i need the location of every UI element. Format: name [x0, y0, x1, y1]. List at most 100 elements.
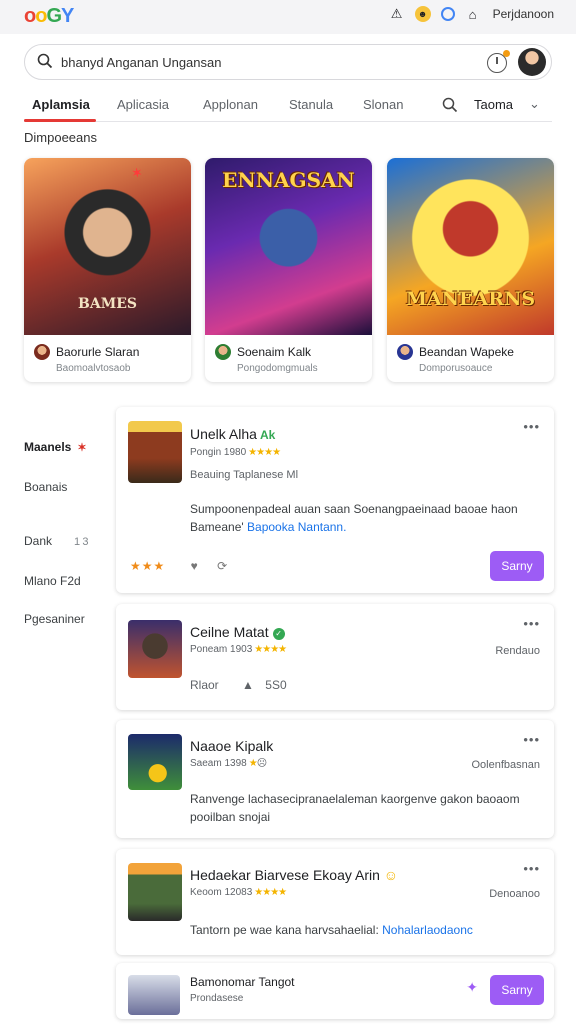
featured-art: ENNAGSAN	[205, 158, 372, 335]
sidebar-item-label: Dank	[24, 534, 53, 548]
avatar	[34, 344, 50, 360]
sidebar-item[interactable]: Mlano F2d	[24, 574, 81, 588]
logo-letter: o	[35, 5, 47, 27]
featured-sub: Domporusoauce	[419, 363, 493, 374]
main-content: bhanyd Anganan Ungansan Aplamsia Aplicas…	[0, 34, 576, 1024]
featured-sub: Pongodomgmuals	[237, 363, 318, 374]
post-thumbnail[interactable]	[128, 863, 182, 921]
post-thumbnail[interactable]	[128, 975, 180, 1015]
reaction-stars[interactable]: ★★★	[130, 559, 165, 573]
chevron-down-icon[interactable]: ⌄	[529, 96, 540, 112]
post-meta-text: Keoom 12083	[190, 887, 253, 898]
featured-name: Baorurle Slaran	[56, 345, 140, 359]
avatar	[215, 344, 231, 360]
featured-art: MANEARNS	[387, 158, 554, 335]
rating-stars: ★★★★	[254, 887, 287, 898]
post-title-text: Naaoe Kipalk	[190, 738, 274, 754]
sidebar-item-label: Maanels	[24, 440, 72, 454]
post-status: Rendauo	[495, 645, 540, 657]
home-icon[interactable]: ⌂	[465, 6, 481, 22]
post-meta: Keoom 12083 ★★★★	[190, 887, 287, 898]
post-card[interactable]: Unelk Alha Ak Pongin 1980 ★★★★ Beauing Tap…	[116, 407, 554, 593]
featured-name: Beandan Wapeke	[419, 345, 514, 359]
top-bar: ooGY ⚠ ☻ ⌂ Perjdanoon	[0, 0, 576, 34]
avatar[interactable]	[518, 48, 546, 76]
tab-bar: Aplamsia Aplicasia Applonan Stanula Slon…	[24, 92, 552, 122]
emoji-icon[interactable]: ☻	[414, 6, 431, 22]
tab-more[interactable]: Taoma	[474, 97, 513, 112]
chart-icon: ▲	[242, 678, 254, 692]
rating-stars: ★★★★	[254, 644, 287, 655]
post-body: Ranvenge lachasecipranaelaleman kaorgenv…	[190, 792, 520, 824]
post-body: Tantorn pe wae kana harvsahaelial: Nohal…	[190, 921, 544, 939]
tab-stanula[interactable]: Stanula	[289, 97, 333, 112]
post-link[interactable]: Bapooka Nantann.	[247, 520, 346, 534]
top-icons: ⚠ ☻ ⌂ Perjdanoon	[389, 6, 554, 22]
search-input[interactable]: bhanyd Anganan Ungansan	[61, 55, 221, 70]
sidebar-item[interactable]: Maanels ✶	[24, 440, 87, 454]
featured-sub: Baomoalvtosaob	[56, 363, 131, 374]
more-icon[interactable]: •••	[523, 616, 540, 631]
action-button[interactable]: Sarny	[490, 975, 544, 1005]
tab-applonan[interactable]: Applonan	[203, 97, 258, 112]
post-title: Ceilne Matat ✓	[190, 624, 285, 640]
featured-name: Soenaim Kalk	[237, 345, 312, 359]
heart-icon[interactable]: ♥	[191, 559, 198, 573]
post-meta: Poneam 1903 ★★★★	[190, 644, 287, 655]
sparkle-icon[interactable]: ✦	[466, 979, 478, 996]
post-meta-text: Pongin 1980	[190, 447, 247, 458]
post-card[interactable]: Hedaekar Biarvese Ekoay Arin ☺ Keoom 120…	[116, 849, 554, 955]
search-icon[interactable]	[442, 97, 458, 113]
post-tag: Ak	[259, 428, 276, 442]
post-card[interactable]: Ceilne Matat ✓ Poneam 1903 ★★★★ ••• Rendau…	[116, 604, 554, 710]
more-icon[interactable]: •••	[523, 732, 540, 747]
featured-art-title: BAMES	[78, 296, 137, 312]
user-name[interactable]: Perjdanoon	[493, 7, 554, 21]
featured-card[interactable]: MANEARNS Beandan Wapeke Domporusoauce	[387, 158, 554, 382]
bell-icon[interactable]: ⚠	[389, 6, 405, 22]
emoji-icon: ☹	[256, 758, 268, 769]
featured-card[interactable]: ✶ BAMES Baorurle Slaran Baomoalvtosaob	[24, 158, 191, 382]
rating-stars: ★	[248, 758, 258, 769]
sidebar-item[interactable]: Pgesaniner	[24, 612, 85, 626]
action-button[interactable]: Sarny	[490, 551, 544, 581]
featured-art: ✶ BAMES	[24, 158, 191, 335]
featured-art-title: MANEARNS	[405, 288, 536, 310]
search-bar[interactable]: bhanyd Anganan Ungansan	[24, 44, 552, 80]
logo-letter: Y	[61, 5, 74, 27]
share-icon[interactable]: ⟳	[217, 559, 227, 573]
sidebar-item[interactable]: Dank 1 3	[24, 534, 88, 548]
post-card[interactable]: Naaoe Kipalk Saeam 1398 ★☹ ••• Oolenfbasn…	[116, 720, 554, 838]
post-meta: Saeam 1398 ★☹	[190, 758, 267, 769]
post-thumbnail[interactable]	[128, 734, 182, 790]
more-icon[interactable]: •••	[523, 861, 540, 876]
post-link[interactable]: Nohalarlaodaonc	[382, 923, 473, 937]
app-logo[interactable]: ooGY	[24, 5, 74, 28]
sidebar-item-label: Boanais	[24, 480, 68, 494]
featured-card[interactable]: ENNAGSAN Soenaim Kalk Pongodomgmuals	[205, 158, 372, 382]
post-thumbnail[interactable]	[128, 421, 182, 483]
stat-row: Rlaor ▲ 5S0	[190, 678, 287, 692]
sidebar-item-label: Pgesaniner	[24, 612, 85, 626]
sidebar-item[interactable]: Boanais	[24, 480, 67, 494]
sidebar-item-count: 1 3	[74, 536, 89, 548]
tab-slonan[interactable]: Slonan	[363, 97, 403, 112]
tab-aplamsia[interactable]: Aplamsia	[32, 97, 90, 112]
post-title: Hedaekar Biarvese Ekoay Arin ☺	[190, 867, 398, 883]
post-thumbnail[interactable]	[128, 620, 182, 678]
post-title: Naaoe Kipalk	[190, 738, 273, 754]
smile-icon: ☺	[383, 867, 399, 883]
tab-aplicasia[interactable]: Aplicasia	[117, 97, 169, 112]
globe-icon[interactable]	[440, 7, 455, 21]
stat-label: Rlaor	[190, 678, 219, 692]
more-icon[interactable]: •••	[523, 419, 540, 434]
post-title: Bamonomar Tangot	[190, 975, 295, 989]
post-title: Unelk Alha Ak	[190, 426, 275, 442]
art-badge-icon: ✶	[131, 165, 143, 181]
logo-letter: G	[46, 5, 62, 27]
post-card[interactable]: Bamonomar Tangot Prondasese ✦ Sarny	[116, 963, 554, 1019]
logo-letter: o	[24, 5, 36, 27]
post-title-text: Ceilne Matat	[190, 624, 269, 640]
rating-stars: ★★★★	[248, 447, 281, 458]
history-icon[interactable]	[487, 50, 510, 73]
